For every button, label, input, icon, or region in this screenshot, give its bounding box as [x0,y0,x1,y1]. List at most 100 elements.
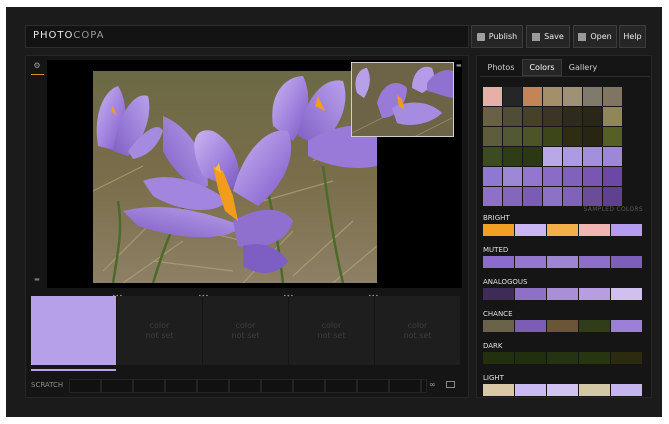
scheme-color-swatch[interactable] [547,288,578,300]
eyedropper-tool-icon[interactable]: ⚙ [30,61,44,75]
sampled-color-swatch[interactable] [523,107,542,126]
sampled-color-swatch[interactable] [483,187,502,206]
photo-canvas[interactable]: ▬ [47,60,462,288]
scheme-color-swatch[interactable] [611,256,642,268]
sampled-color-swatch[interactable] [603,187,622,206]
scheme-color-swatch[interactable] [515,384,546,396]
sampled-color-swatch[interactable] [503,107,522,126]
sampled-color-swatch[interactable] [583,147,602,166]
scheme-color-swatch[interactable] [483,288,514,300]
open-button[interactable]: Open [573,25,617,48]
sampled-color-swatch[interactable] [543,147,562,166]
sampled-color-swatch[interactable] [503,187,522,206]
scheme-color-swatch[interactable] [579,320,610,332]
sampled-color-swatch[interactable] [523,147,542,166]
scheme-color-swatch[interactable] [515,224,546,236]
sampled-color-swatch[interactable] [563,87,582,106]
scheme-color-swatch[interactable] [547,384,578,396]
sampled-color-swatch[interactable] [583,107,602,126]
scheme-color-swatch[interactable] [579,288,610,300]
sampled-color-swatch[interactable] [483,87,502,106]
sampled-color-swatch[interactable] [483,127,502,146]
photo-preview-thumbnail[interactable] [351,62,454,137]
sampled-color-swatch[interactable] [563,107,582,126]
scheme-color-swatch[interactable] [547,320,578,332]
scheme-color-swatch[interactable] [547,352,578,364]
scratch-cell[interactable] [261,379,293,393]
sampled-color-swatch[interactable] [503,87,522,106]
scheme-color-swatch[interactable] [483,384,514,396]
resize-handle-icon[interactable]: ▬ [30,276,44,284]
scheme-color-swatch[interactable] [611,352,642,364]
scheme-color-swatch[interactable] [547,256,578,268]
scratch-cell[interactable] [325,379,357,393]
sampled-color-swatch[interactable] [583,167,602,186]
sampled-color-swatch[interactable] [603,87,622,106]
tab-colors[interactable]: Colors [522,59,562,76]
scratch-cell[interactable] [389,379,421,393]
scheme-color-swatch[interactable] [483,320,514,332]
scheme-color-swatch[interactable] [483,256,514,268]
sampled-color-swatch[interactable] [483,167,502,186]
sampled-color-swatch[interactable] [523,187,542,206]
scratch-cell[interactable] [357,379,389,393]
tab-gallery[interactable]: Gallery [563,59,603,76]
scheme-color-swatch[interactable] [579,384,610,396]
scheme-color-swatch[interactable] [579,224,610,236]
sampled-color-swatch[interactable] [523,127,542,146]
scheme-color-swatch[interactable] [515,352,546,364]
scratch-cell[interactable] [165,379,197,393]
link-icon[interactable]: ∞ [429,380,436,389]
scheme-color-swatch[interactable] [483,352,514,364]
save-button[interactable]: Save [526,25,570,48]
scheme-color-swatch[interactable] [515,256,546,268]
sampled-color-swatch[interactable] [483,147,502,166]
scheme-color-swatch[interactable] [611,320,642,332]
main-photo[interactable] [93,71,377,283]
scheme-color-swatch[interactable] [483,224,514,236]
color-slot-2[interactable]: color not set [117,296,202,365]
scheme-color-swatch[interactable] [611,384,642,396]
scratch-cell[interactable] [133,379,165,393]
tab-photos[interactable]: Photos [481,59,521,76]
sampled-color-swatch[interactable] [523,87,542,106]
sampled-color-swatch[interactable] [543,87,562,106]
scheme-color-swatch[interactable] [579,256,610,268]
color-slot-5[interactable]: color not set [375,296,460,365]
scheme-color-swatch[interactable] [515,288,546,300]
scheme-color-swatch[interactable] [547,224,578,236]
scratch-cell[interactable] [197,379,229,393]
scratch-cell[interactable] [69,379,101,393]
sampled-color-swatch[interactable] [603,127,622,146]
color-slot-1[interactable] [31,296,116,365]
sampled-color-swatch[interactable] [563,167,582,186]
sampled-color-swatch[interactable] [563,127,582,146]
thumbnail-toggle-icon[interactable]: ▬ [456,62,462,69]
sampled-color-swatch[interactable] [503,147,522,166]
scratch-cell[interactable] [293,379,325,393]
sampled-color-swatch[interactable] [503,127,522,146]
scheme-color-swatch[interactable] [611,288,642,300]
sampled-color-swatch[interactable] [543,127,562,146]
sampled-color-swatch[interactable] [503,167,522,186]
sampled-color-swatch[interactable] [563,147,582,166]
sampled-color-swatch[interactable] [563,187,582,206]
sampled-color-swatch[interactable] [603,107,622,126]
sampled-color-swatch[interactable] [583,127,602,146]
help-button[interactable]: Help [619,25,646,48]
color-slot-3[interactable]: color not set [203,296,288,365]
scratch-cell[interactable] [421,379,427,393]
publish-button[interactable]: Publish [471,25,523,48]
scheme-color-swatch[interactable] [611,224,642,236]
sampled-color-swatch[interactable] [603,167,622,186]
scheme-color-swatch[interactable] [515,320,546,332]
sampled-color-swatch[interactable] [523,167,542,186]
sampled-color-swatch[interactable] [543,107,562,126]
sampled-color-swatch[interactable] [583,187,602,206]
scratch-cell[interactable] [101,379,133,393]
scheme-color-swatch[interactable] [579,352,610,364]
sampled-color-swatch[interactable] [543,167,562,186]
sampled-color-swatch[interactable] [603,147,622,166]
sampled-color-swatch[interactable] [483,107,502,126]
scratch-cell[interactable] [229,379,261,393]
